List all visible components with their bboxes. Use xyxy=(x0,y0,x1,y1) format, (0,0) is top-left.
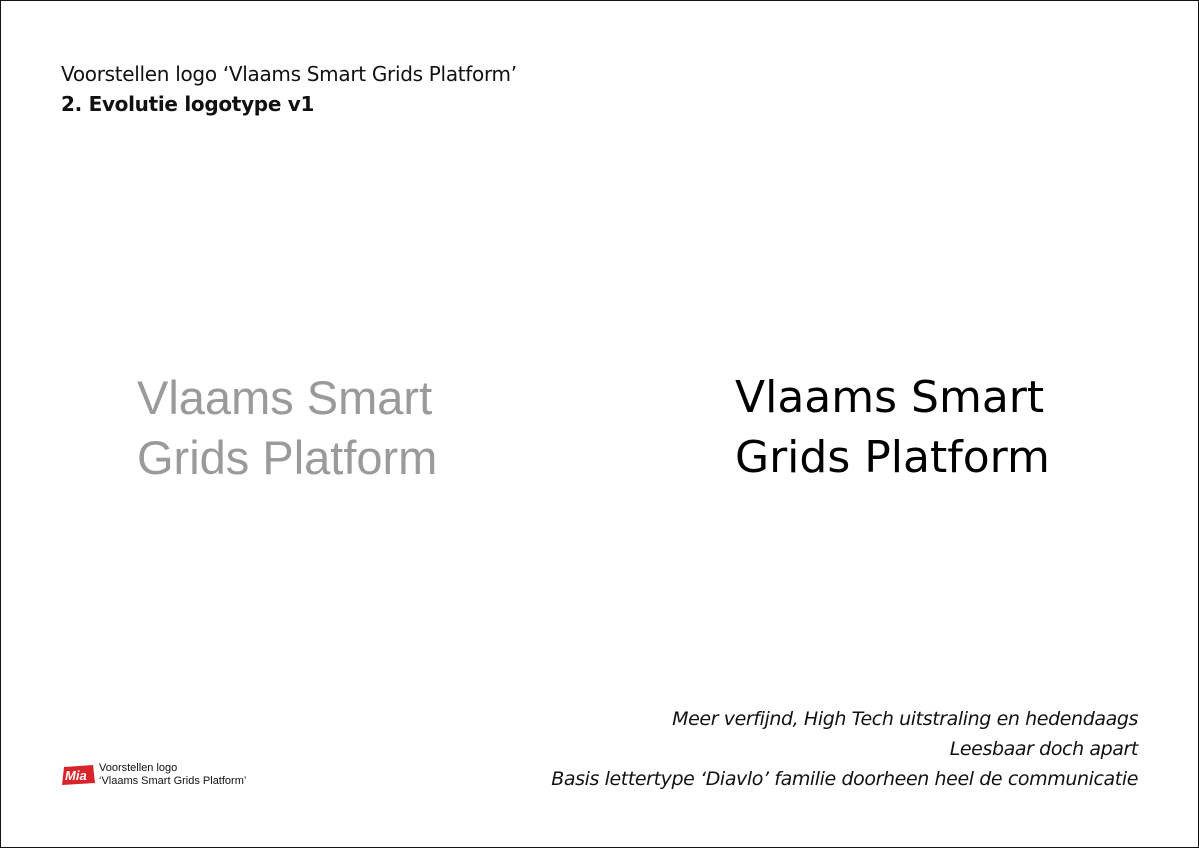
description-line-2: Leesbaar doch apart xyxy=(949,738,1139,760)
footer-text: Voorstellen logo ‘Vlaams Smart Grids Pla… xyxy=(99,762,246,788)
logo-proposal-original: Vlaams Smart Grids Platform xyxy=(137,368,517,488)
page-subtitle: 2. Evolutie logotype v1 xyxy=(61,92,315,116)
logo-right-line-2: Grids Platform xyxy=(735,432,1050,483)
logo-left-line-1: Vlaams Smart xyxy=(137,371,433,424)
logo-proposal-evolution: Vlaams Smart Grids Platform xyxy=(735,368,1135,488)
page-title: Voorstellen logo ‘Vlaams Smart Grids Pla… xyxy=(61,62,517,86)
header: Voorstellen logo ‘Vlaams Smart Grids Pla… xyxy=(61,59,517,119)
logo-right-line-1: Vlaams Smart xyxy=(735,372,1045,423)
description-line-3: Basis lettertype ‘Diavlo’ familie doorhe… xyxy=(551,768,1138,790)
slide-page: Voorstellen logo ‘Vlaams Smart Grids Pla… xyxy=(0,0,1199,848)
footer: Mia Voorstellen logo ‘Vlaams Smart Grids… xyxy=(62,762,246,788)
footer-line-1: Voorstellen logo xyxy=(99,762,178,774)
description-line-1: Meer verfijnd, High Tech uitstraling en … xyxy=(672,708,1138,730)
svg-text:Mia: Mia xyxy=(65,768,87,783)
footer-line-2: ‘Vlaams Smart Grids Platform’ xyxy=(99,775,247,787)
logo-left-line-2: Grids Platform xyxy=(137,431,438,484)
description-block: Meer verfijnd, High Tech uitstraling en … xyxy=(551,704,1138,794)
mia-logo-icon: Mia xyxy=(62,765,95,785)
